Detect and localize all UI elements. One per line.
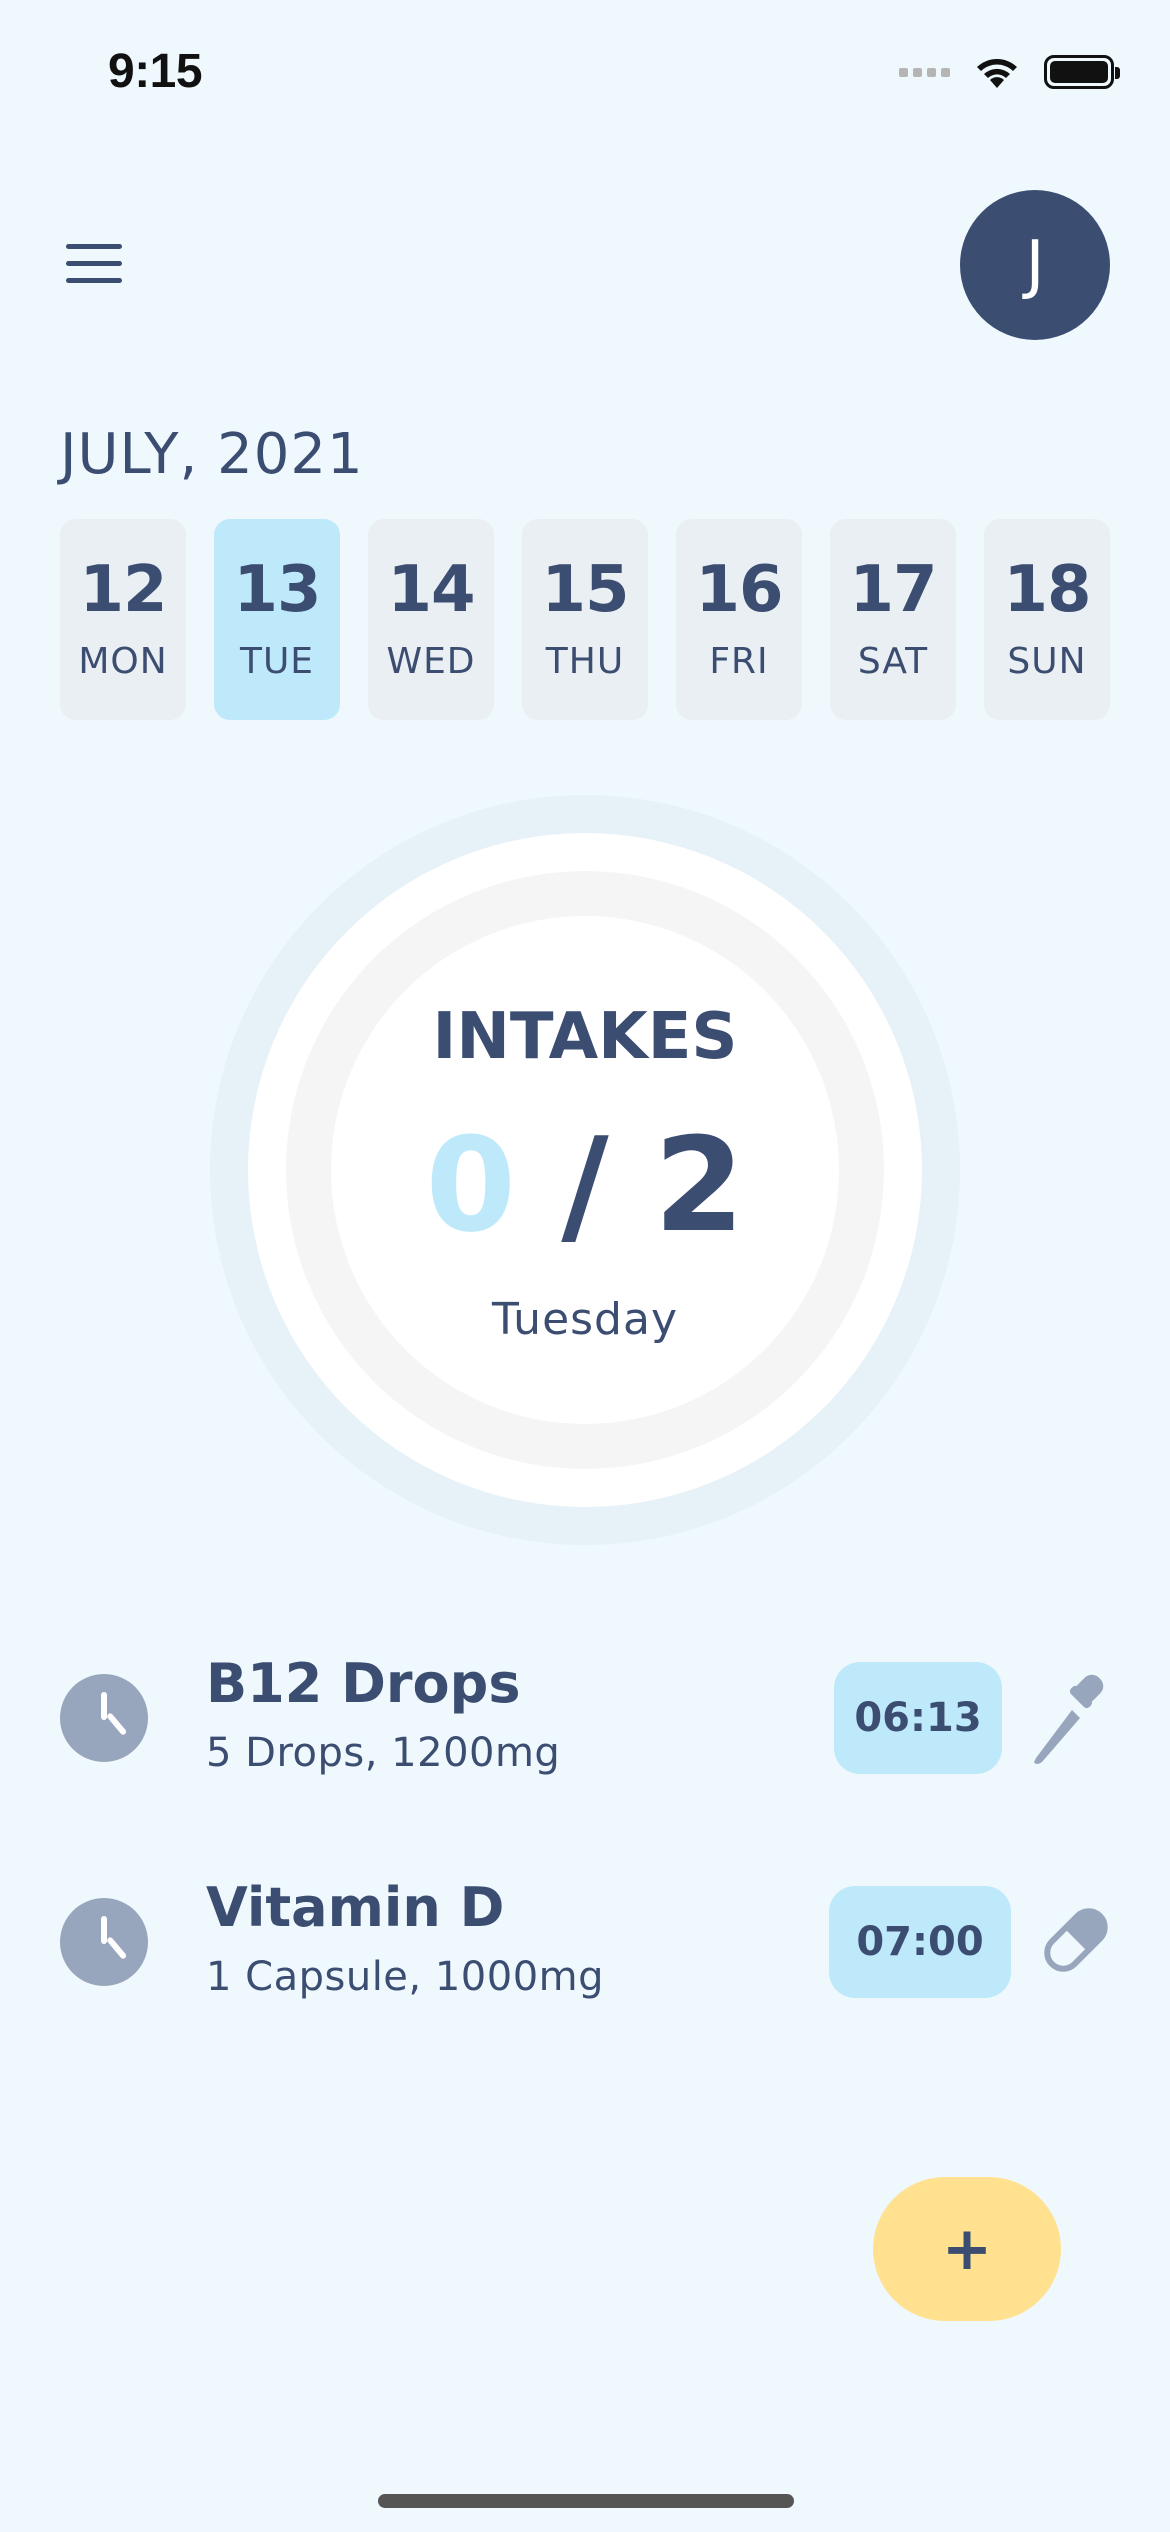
medication-time-chip[interactable]: 06:13 — [834, 1662, 1002, 1774]
battery-icon — [1044, 55, 1120, 89]
cellular-signal-icon — [899, 67, 950, 77]
day-name: TUE — [239, 641, 315, 682]
home-indicator — [378, 2494, 794, 2508]
app-screen: 9:15 J JULY, 2021 12 MON 13 TUE 14 WED 1… — [0, 0, 1170, 2532]
clock-icon — [60, 1674, 148, 1762]
medication-item[interactable]: B12 Drops 5 Drops, 1200mg 06:13 — [0, 1640, 1170, 1780]
day-number: 12 — [79, 553, 167, 627]
user-avatar[interactable]: J — [960, 190, 1110, 340]
day-name: SUN — [1007, 641, 1087, 682]
intake-count: 0 / 2 — [0, 1110, 1170, 1260]
day-number: 14 — [387, 553, 475, 627]
day-number: 18 — [1003, 553, 1091, 627]
day-sunday[interactable]: 18 SUN — [984, 519, 1110, 720]
day-name: MON — [78, 641, 168, 682]
day-number: 16 — [695, 553, 783, 627]
day-name: THU — [545, 641, 625, 682]
day-friday[interactable]: 16 FRI — [676, 519, 802, 720]
medication-dose: 1 Capsule, 1000mg — [206, 1954, 604, 2000]
day-number: 17 — [849, 553, 937, 627]
selected-day-label: Tuesday — [491, 1294, 678, 1345]
week-day-selector: 12 MON 13 TUE 14 WED 15 THU 16 FRI 17 SA… — [60, 519, 1110, 720]
day-name: FRI — [709, 641, 769, 682]
medication-name: B12 Drops — [206, 1652, 521, 1715]
day-tuesday-selected[interactable]: 13 TUE — [214, 519, 340, 720]
day-number: 13 — [233, 553, 321, 627]
day-number: 15 — [541, 553, 629, 627]
intakes-taken: 0 — [425, 1109, 516, 1261]
status-time: 9:15 — [108, 45, 203, 98]
intakes-title: INTAKES — [432, 1000, 738, 1074]
intakes-separator: / — [561, 1109, 609, 1261]
day-name: SAT — [857, 641, 929, 682]
day-name: WED — [386, 641, 476, 682]
dropper-icon — [1034, 1674, 1104, 1764]
medication-item[interactable]: Vitamin D 1 Capsule, 1000mg 07:00 — [0, 1864, 1170, 2004]
day-saturday[interactable]: 17 SAT — [830, 519, 956, 720]
month-label: JULY, 2021 — [60, 422, 364, 487]
day-thursday[interactable]: 15 THU — [522, 519, 648, 720]
capsule-icon — [1044, 1908, 1108, 1972]
clock-icon — [60, 1898, 148, 1986]
status-icons — [899, 52, 1120, 92]
wifi-icon — [977, 59, 1017, 88]
medication-name: Vitamin D — [206, 1876, 505, 1939]
hamburger-menu-icon[interactable] — [66, 244, 124, 286]
medication-time-chip[interactable]: 07:00 — [829, 1886, 1011, 1998]
add-medication-button[interactable]: + — [873, 2177, 1061, 2321]
day-monday[interactable]: 12 MON — [60, 519, 186, 720]
day-wednesday[interactable]: 14 WED — [368, 519, 494, 720]
medication-dose: 5 Drops, 1200mg — [206, 1730, 561, 1776]
intakes-total: 2 — [654, 1109, 745, 1261]
